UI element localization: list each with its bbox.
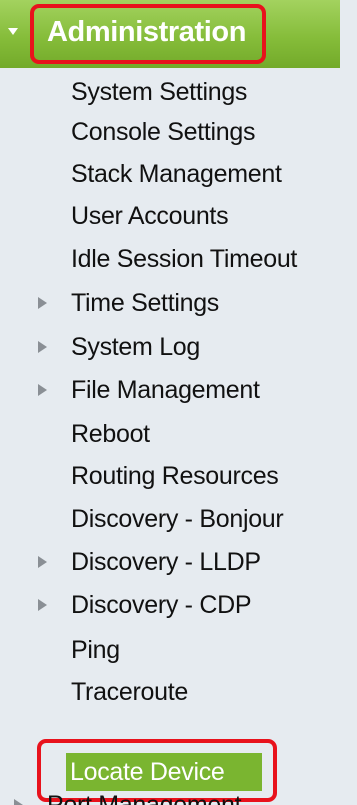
nav-item-file-management[interactable]: File Management — [71, 371, 260, 409]
navigation-panel: Administration System Settings Console S… — [0, 0, 357, 805]
nav-item-ping[interactable]: Ping — [71, 631, 120, 669]
triangle-right-icon[interactable] — [38, 556, 47, 568]
nav-item-system-log[interactable]: System Log — [71, 328, 200, 366]
triangle-right-icon[interactable] — [38, 341, 47, 353]
triangle-down-icon[interactable] — [8, 28, 18, 35]
nav-item-reboot[interactable]: Reboot — [71, 415, 150, 453]
nav-item-idle-session-timeout[interactable]: Idle Session Timeout — [71, 240, 297, 278]
nav-item-stack-management[interactable]: Stack Management — [71, 155, 282, 193]
triangle-right-icon[interactable] — [38, 599, 47, 611]
nav-item-user-accounts[interactable]: User Accounts — [71, 197, 229, 235]
nav-item-discovery-cdp[interactable]: Discovery - CDP — [71, 586, 252, 624]
nav-item-routing-resources[interactable]: Routing Resources — [71, 457, 279, 495]
nav-item-discovery-lldp[interactable]: Discovery - LLDP — [71, 543, 261, 581]
nav-item-time-settings[interactable]: Time Settings — [71, 284, 219, 322]
administration-label: Administration — [47, 16, 247, 48]
nav-item-console-settings[interactable]: Console Settings — [71, 113, 256, 151]
administration-section-header[interactable]: Administration — [0, 0, 340, 68]
nav-item-traceroute[interactable]: Traceroute — [71, 673, 188, 711]
triangle-right-icon[interactable] — [38, 297, 47, 309]
nav-section-port-management[interactable]: Port Management — [47, 786, 242, 805]
nav-item-system-settings[interactable]: System Settings — [71, 73, 247, 111]
triangle-right-icon[interactable] — [14, 799, 23, 805]
nav-item-discovery-bonjour[interactable]: Discovery - Bonjour — [71, 500, 284, 538]
triangle-right-icon[interactable] — [38, 384, 47, 396]
